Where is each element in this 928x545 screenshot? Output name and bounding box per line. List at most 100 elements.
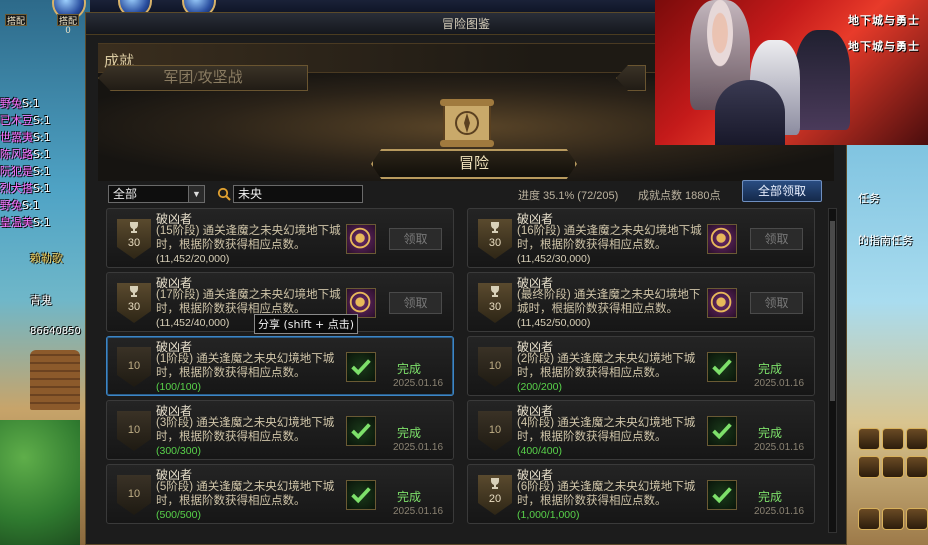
checkmark-icon xyxy=(707,480,737,510)
achievement-card[interactable]: 30 破凶者 (16阶段) 通关逢魔之未央幻境地下城时，根据阶数获得相应点数。 (11… xyxy=(467,208,815,268)
party-member-value: S:1 xyxy=(33,131,51,144)
scroll-compass-icon xyxy=(440,99,494,147)
menu-icon[interactable] xyxy=(906,456,928,478)
claim-button[interactable]: 领取 xyxy=(389,292,442,314)
badge-points: 10 xyxy=(127,488,141,500)
party-member-name: 野兔 xyxy=(0,199,22,212)
achievement-progress: (11,452/50,000) xyxy=(517,317,591,329)
quest-guide-text[interactable]: 的指南任务 xyxy=(858,232,913,248)
achievement-progress: (400/400) xyxy=(517,445,562,457)
menu-icon[interactable] xyxy=(882,508,904,530)
complete-status: 完成 xyxy=(758,490,783,504)
complete-status: 完成 xyxy=(397,426,422,440)
achievement-description: (17阶段) 通关逢魔之未央幻境地下城时，根据阶数获得相应点数。 xyxy=(156,289,341,315)
complete-date: 2025.01.16 xyxy=(754,442,805,453)
tab-adventure[interactable]: 冒险 xyxy=(371,149,577,179)
hud-badge-left: 搭配 xyxy=(5,14,27,26)
progress-text: 进度 35.1% (72/205) xyxy=(518,190,619,202)
party-member-name: 阮犯是 xyxy=(0,165,33,178)
quest-text[interactable]: 任务 xyxy=(858,190,880,206)
category-filter-select[interactable]: 全部 ▼ xyxy=(108,185,205,203)
party-member[interactable]: 野兔S:1 xyxy=(0,95,40,111)
achievement-description: (1阶段) 通关逢魔之未央幻境地下城时，根据阶数获得相应点数。 xyxy=(156,353,335,379)
badge-points: 10 xyxy=(127,424,141,436)
menu-icon[interactable] xyxy=(906,508,928,530)
party-member-value: S:1 xyxy=(22,199,40,212)
achievement-progress: (11,452/40,000) xyxy=(156,317,230,329)
emblem-reward-icon[interactable] xyxy=(707,288,737,318)
share-tooltip: 分享 (shift + 点击) xyxy=(254,314,359,334)
achievement-progress: (11,452/30,000) xyxy=(517,253,591,265)
party-member-value: S:1 xyxy=(33,114,51,127)
achievement-description: (4阶段) 通关逢魔之未央幻境地下城时，根据阶数获得相应点数。 xyxy=(517,417,696,443)
menu-icon[interactable] xyxy=(882,428,904,450)
party-member[interactable]: 已木豆S:1 xyxy=(0,112,51,128)
achievement-card[interactable]: 30 破凶者 (15阶段) 通关逢魔之未央幻境地下城时，根据阶数获得相应点数。 (11… xyxy=(106,208,454,268)
achievement-card[interactable]: 10 破凶者 (4阶段) 通关逢魔之未央幻境地下城时，根据阶数获得相应点数。 (400… xyxy=(467,400,815,460)
banner-character xyxy=(795,30,850,130)
achievement-description: (16阶段) 通关逢魔之未央幻境地下城时，根据阶数获得相应点数。 xyxy=(517,225,702,251)
menu-icon[interactable] xyxy=(858,508,880,530)
party-member-value: S:1 xyxy=(33,148,51,161)
badge-points: 30 xyxy=(127,237,141,249)
search-input[interactable]: 未央 xyxy=(233,185,363,203)
achievement-points-badge: 30 xyxy=(478,219,512,259)
scrollbar-thumb[interactable] xyxy=(830,221,835,401)
complete-date: 2025.01.16 xyxy=(754,506,805,517)
emblem-reward-icon[interactable] xyxy=(707,224,737,254)
achievement-card[interactable]: 10 破凶者 (1阶段) 通关逢魔之未央幻境地下城时，根据阶数获得相应点数。 (100… xyxy=(106,336,454,396)
achievement-description: (15阶段) 通关逢魔之未央幻境地下城时，根据阶数获得相应点数。 xyxy=(156,225,341,251)
complete-date: 2025.01.16 xyxy=(393,442,444,453)
scrollbar[interactable] xyxy=(828,208,837,533)
chevron-down-icon[interactable]: ▼ xyxy=(188,186,204,202)
menu-icon[interactable] xyxy=(906,428,928,450)
badge-points: 30 xyxy=(488,301,502,313)
achievement-progress: (100/100) xyxy=(156,381,201,393)
menu-icon[interactable] xyxy=(858,456,880,478)
achievement-points-badge: 30 xyxy=(117,283,151,323)
party-member-name: 野兔 xyxy=(0,97,22,110)
achievement-card[interactable]: 30 破凶者 (最终阶段) 通关逢魔之未央幻境地下城时，根据阶数获得相应点数。 (11… xyxy=(467,272,815,332)
achievement-card[interactable]: 10 破凶者 (5阶段) 通关逢魔之未央幻境地下城时，根据阶数获得相应点数。 (500… xyxy=(106,464,454,524)
achievement-card[interactable]: 10 破凶者 (2阶段) 通关逢魔之未央幻境地下城时，根据阶数获得相应点数。 (200… xyxy=(467,336,815,396)
badge-points: 30 xyxy=(127,301,141,313)
complete-date: 2025.01.16 xyxy=(754,378,805,389)
hud-badge-count: 0 xyxy=(65,25,71,35)
achievement-card[interactable]: 10 破凶者 (3阶段) 通关逢魔之未央幻境地下城时，根据阶数获得相应点数。 (300… xyxy=(106,400,454,460)
complete-status: 完成 xyxy=(758,426,783,440)
checkmark-icon xyxy=(346,352,376,382)
achievement-progress: (1,000/1,000) xyxy=(517,509,580,521)
search-icon xyxy=(217,187,231,201)
badge-points: 20 xyxy=(488,493,502,505)
claim-button[interactable]: 领取 xyxy=(750,292,803,314)
party-member[interactable]: 皇温美S:1 xyxy=(0,214,51,230)
party-member[interactable]: 世嚣夷S:1 xyxy=(0,129,51,145)
achievement-card[interactable]: 20 破凶者 (6阶段) 通关逢魔之未央幻境地下城时，根据阶数获得相应点数。 (1,0… xyxy=(467,464,815,524)
tab-legion-raid[interactable]: 军团/攻坚战 xyxy=(98,65,308,91)
claim-button[interactable]: 领取 xyxy=(389,228,442,250)
menu-icon[interactable] xyxy=(858,428,880,450)
achievement-progress: (500/500) xyxy=(156,509,201,521)
achievement-points-badge: 10 xyxy=(478,347,512,387)
claim-button[interactable]: 领取 xyxy=(750,228,803,250)
achievement-description: (5阶段) 通关逢魔之未央幻境地下城时，根据阶数获得相应点数。 xyxy=(156,481,335,507)
complete-date: 2025.01.16 xyxy=(393,378,444,389)
menu-icon[interactable] xyxy=(882,456,904,478)
promo-banner[interactable]: 地下城与勇士 地下城与勇士 xyxy=(655,0,928,145)
party-member-name: 陈风路 xyxy=(0,148,33,161)
party-member-value: S:1 xyxy=(33,216,51,229)
emblem-reward-icon[interactable] xyxy=(346,224,376,254)
banner-logo: 地下城与勇士 xyxy=(848,40,920,53)
trophy-icon xyxy=(130,222,138,233)
trophy-icon xyxy=(491,222,499,233)
badge-points: 10 xyxy=(488,424,502,436)
party-member[interactable]: 陈风路S:1 xyxy=(0,146,51,162)
party-member[interactable]: 烈犬搭S:1 xyxy=(0,180,51,196)
claim-all-button[interactable]: 全部领取 xyxy=(742,180,822,202)
party-member[interactable]: 野兔S:1 xyxy=(0,197,40,213)
party-member[interactable]: 阮犯是S:1 xyxy=(0,163,51,179)
trophy-icon xyxy=(130,286,138,297)
complete-status: 完成 xyxy=(397,490,422,504)
party-member-value: S:1 xyxy=(33,182,51,195)
party-member-name: 世嚣夷 xyxy=(0,131,33,144)
